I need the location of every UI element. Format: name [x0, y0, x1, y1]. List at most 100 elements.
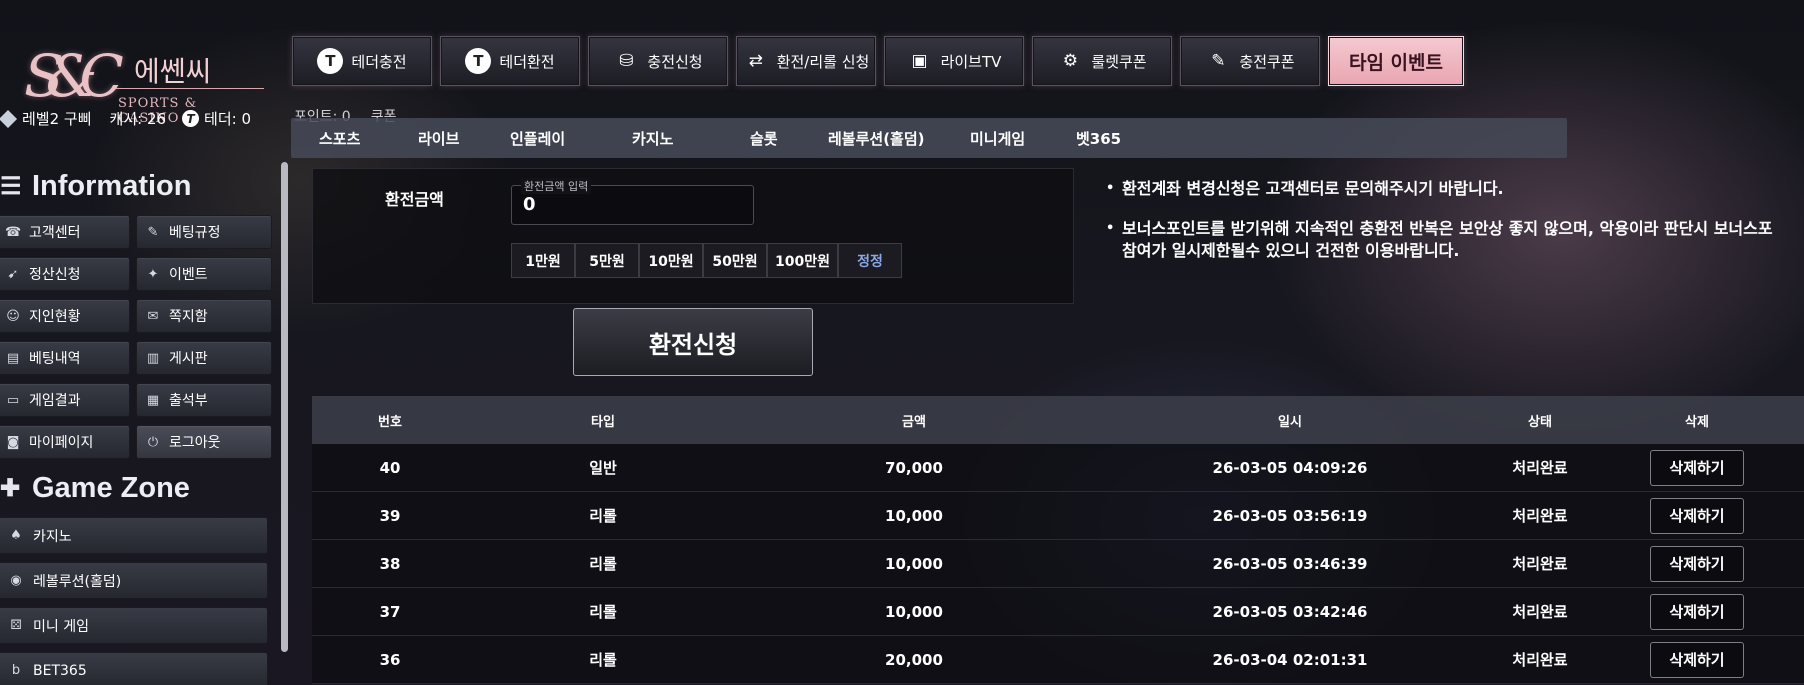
table-row: 37 리롤 10,000 26-03-05 03:42:46 처리완료 삭제하기	[312, 588, 1804, 636]
header-datetime: 일시	[1278, 414, 1302, 430]
sidebar-item-messages[interactable]: ✉ 쪽지함	[136, 299, 272, 333]
charge-request-button[interactable]: ⛁ 충전신청	[588, 36, 728, 86]
sidebar-item-mypage[interactable]: ◙ 마이페이지	[0, 425, 130, 459]
ticket-icon: ✎	[1211, 51, 1226, 71]
table-row: 39 리롤 10,000 26-03-05 03:56:19 처리완료 삭제하기	[312, 492, 1804, 540]
tab-bet365[interactable]: 벳365	[1076, 128, 1156, 149]
user-tether: T 테더: 0	[182, 108, 251, 129]
exchange-amount-input[interactable]: 0	[523, 194, 536, 215]
bet365-icon: b	[11, 663, 21, 678]
dice-icon: ⚄	[10, 618, 22, 633]
tether-charge-button[interactable]: T 테더충전	[292, 36, 432, 86]
amount-10k-button[interactable]: 1만원	[511, 243, 575, 278]
cell-type: 리롤	[589, 555, 617, 573]
cell-status: 처리완료	[1512, 555, 1568, 573]
exchange-amount-label: 환전금액	[385, 190, 444, 209]
cell-type: 리롤	[589, 651, 617, 669]
amount-500k-button[interactable]: 50만원	[703, 243, 767, 278]
amount-50k-button[interactable]: 5만원	[575, 243, 639, 278]
delete-button[interactable]: 삭제하기	[1650, 449, 1744, 486]
amount-1m-button[interactable]: 100만원	[767, 243, 838, 278]
power-icon: ⏻	[147, 434, 159, 450]
header-delete: 삭제	[1685, 414, 1709, 430]
sidebar-item-board[interactable]: ▥ 게시판	[136, 341, 272, 375]
header-status: 상태	[1528, 414, 1552, 430]
delete-button[interactable]: 삭제하기	[1650, 593, 1744, 630]
people-icon: ☺	[6, 308, 20, 324]
sidebar-item-minigame[interactable]: ⚄ 미니 게임	[0, 607, 268, 644]
cell-datetime: 26-03-05 04:09:26	[1212, 458, 1368, 477]
cell-datetime: 26-03-05 03:42:46	[1212, 602, 1368, 621]
tether-exchange-icon: T	[465, 48, 492, 74]
cell-status: 처리완료	[1512, 507, 1568, 525]
tab-casino[interactable]: 카지노	[632, 128, 750, 149]
cell-amount: 10,000	[885, 506, 943, 525]
tab-slot[interactable]: 슬롯	[750, 128, 828, 149]
exchange-reroll-button[interactable]: ⇄ 환전/리롤 신청	[736, 36, 876, 86]
cell-type: 일반	[589, 459, 617, 477]
calendar-icon: ▦	[146, 392, 160, 408]
settlement-icon: ➹	[7, 266, 19, 282]
logo-divider	[116, 88, 264, 89]
amount-reset-button[interactable]: 정정	[837, 243, 902, 278]
tab-minigame[interactable]: 미니게임	[970, 128, 1076, 149]
tether-exchange-button[interactable]: T 테더환전	[440, 36, 580, 86]
sidebar-item-event[interactable]: ✦ 이벤트	[136, 257, 272, 291]
sidebar-item-betting-rules[interactable]: ✎ 베팅규정	[136, 215, 272, 249]
tether-charge-label: 테더충전	[351, 52, 407, 71]
exchange-icon: ⇄	[748, 51, 763, 71]
cell-status: 처리완료	[1512, 459, 1568, 477]
sidebar-item-settlement[interactable]: ➹ 정산신청	[0, 257, 130, 291]
history-icon: ▤	[6, 350, 20, 366]
cell-number: 39	[379, 506, 401, 525]
sidebar-item-bet365[interactable]: b BET365	[0, 652, 268, 685]
gamepad-icon: ✚	[0, 475, 21, 502]
tab-sports[interactable]: 스포츠	[319, 128, 418, 149]
delete-button[interactable]: 삭제하기	[1650, 497, 1744, 534]
sidebar-item-game-results[interactable]: ▭ 게임결과	[0, 383, 130, 417]
tether-exchange-label: 테더환전	[499, 52, 555, 71]
cell-number: 36	[379, 650, 401, 669]
header-number: 번호	[378, 414, 402, 430]
party-icon: ✦	[147, 266, 159, 282]
exchange-submit-button[interactable]: 환전신청	[573, 308, 813, 376]
sidebar-item-revolution-holdem[interactable]: ◉ 레볼루션(홀덤)	[0, 562, 268, 599]
info-list-icon: ☰	[0, 173, 22, 200]
time-event-button[interactable]: 타임 이벤트	[1328, 36, 1464, 86]
delete-button[interactable]: 삭제하기	[1650, 545, 1744, 582]
tab-live[interactable]: 라이브	[418, 128, 510, 149]
cell-amount: 10,000	[885, 602, 943, 621]
roulette-coupon-button[interactable]: ⚙ 룰렛쿠폰	[1032, 36, 1172, 86]
exchange-amount-legend: 환전금액 입력	[521, 178, 592, 194]
level-gem-icon	[0, 109, 18, 128]
user-level: 레벨2 구삐	[0, 108, 92, 129]
sidebar-item-customer-center[interactable]: ☎ 고객센터	[0, 215, 130, 249]
quick-amount-buttons: 1만원 5만원 10만원 50만원 100만원 정정	[511, 243, 902, 278]
chips-icon: ◉	[10, 573, 22, 588]
notice-item-continued: 참여가 일시제한될수 있으니 건전한 이용바랍니다.	[1122, 241, 1460, 260]
tab-inplay[interactable]: 인플레이	[510, 128, 632, 149]
message-icon: ✉	[147, 308, 159, 324]
tab-revolution-holdem[interactable]: 레볼루션(홀덤)	[828, 128, 970, 149]
game-zone-menu: ♠ 카지노 ◉ 레볼루션(홀덤) ⚄ 미니 게임 b BET365	[0, 517, 268, 685]
charge-coupon-button[interactable]: ✎ 충전쿠폰	[1180, 36, 1320, 86]
rules-icon: ✎	[147, 224, 159, 240]
board-icon: ▥	[146, 350, 160, 366]
sidebar-item-bet-history[interactable]: ▤ 베팅내역	[0, 341, 130, 375]
live-tv-button[interactable]: ▣ 라이브TV	[884, 36, 1024, 86]
logo-korean-name: 에쎈씨	[134, 55, 212, 88]
tether-icon: T	[182, 110, 200, 127]
logout-button[interactable]: ⏻ 로그아웃	[136, 425, 272, 459]
sidebar-item-attendance[interactable]: ▦ 출석부	[136, 383, 272, 417]
phone-icon: ☎	[5, 224, 22, 240]
cell-type: 리롤	[589, 603, 617, 621]
sidebar-scrollbar[interactable]	[281, 162, 288, 652]
sidebar-item-casino[interactable]: ♠ 카지노	[0, 517, 268, 554]
sidebar-item-referrals[interactable]: ☺ 지인현황	[0, 299, 130, 333]
cell-status: 처리완료	[1512, 651, 1568, 669]
cell-delete: 삭제하기	[1590, 641, 1804, 678]
logo-mark: S&C	[24, 42, 124, 110]
roulette-icon: ⚙	[1062, 51, 1079, 71]
amount-100k-button[interactable]: 10만원	[639, 243, 703, 278]
delete-button[interactable]: 삭제하기	[1650, 641, 1744, 678]
